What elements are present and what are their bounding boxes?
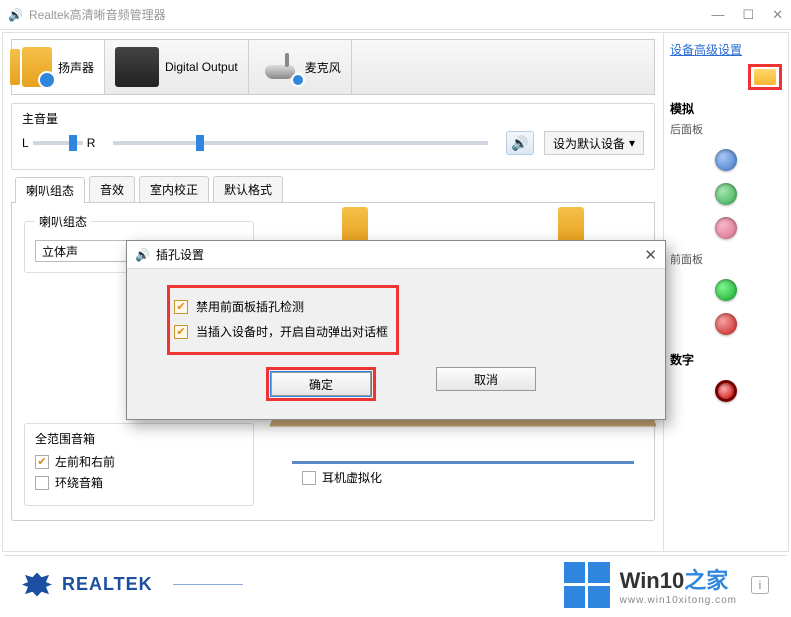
- set-default-dropdown[interactable]: 设为默认设备 ▾: [544, 131, 644, 155]
- chevron-down-icon: ▾: [629, 136, 635, 150]
- headphone-virtual-label: 耳机虚拟化: [322, 469, 382, 486]
- volume-slider[interactable]: [113, 141, 488, 145]
- jack-digital[interactable]: [715, 380, 737, 402]
- auto-popup-label: 当插入设备时，开启自动弹出对话框: [196, 323, 388, 340]
- win10-watermark: Win10之家 www.win10xitong.com: [564, 562, 737, 608]
- tab-digital-label: Digital Output: [165, 60, 238, 74]
- auto-popup-checkbox[interactable]: [174, 325, 188, 339]
- info-button[interactable]: i: [751, 576, 769, 594]
- full-range-surround-label: 环绕音箱: [55, 474, 103, 491]
- speaker-icon: [22, 47, 52, 87]
- tab-speaker[interactable]: 扬声器: [12, 40, 105, 94]
- full-range-group: 全范围音箱 左前和右前 环绕音箱: [24, 423, 254, 506]
- full-range-surround-checkbox[interactable]: [35, 476, 49, 490]
- window-title: Realtek高清晰音频管理器: [29, 6, 166, 23]
- folder-icon: [754, 69, 776, 85]
- win10-url: www.win10xitong.com: [620, 595, 737, 606]
- volume-thumb[interactable]: [196, 135, 204, 151]
- digital-label: 数字: [670, 351, 782, 368]
- microphone-icon: [259, 47, 299, 87]
- disable-front-detection-row[interactable]: 禁用前面板插孔检测: [174, 298, 388, 315]
- window-titlebar: 🔊 Realtek高清晰音频管理器 — ☐ ✕: [0, 0, 791, 30]
- ok-button[interactable]: 确定: [271, 372, 371, 396]
- tab-sound-effects[interactable]: 音效: [89, 176, 135, 202]
- windows-logo-icon: [564, 562, 610, 608]
- jack-settings-dialog: 🔊 插孔设置 ✕ 禁用前面板插孔检测 当插入设备时，开启自动弹出对话框 确定 取…: [126, 240, 666, 420]
- dialog-icon: 🔊: [135, 248, 150, 262]
- full-range-title: 全范围音箱: [35, 430, 243, 447]
- balance-thumb[interactable]: [69, 135, 77, 151]
- amplifier-icon: [115, 47, 159, 87]
- realtek-brand-text: REALTEK: [62, 574, 153, 595]
- config-tabs: 喇叭组态 音效 室内校正 默认格式: [11, 176, 655, 203]
- footer: REALTEK Win10之家 www.win10xitong.com i: [4, 555, 787, 613]
- speaker-config-value: 立体声: [42, 243, 78, 260]
- win10-text-b: 之家: [684, 568, 728, 593]
- analog-label: 模拟: [670, 100, 782, 117]
- speaker-config-legend: 喇叭组态: [35, 213, 91, 230]
- main-volume-label: 主音量: [22, 110, 644, 127]
- jack-rear-green[interactable]: [715, 183, 737, 205]
- highlight-frame-options: 禁用前面板插孔检测 当插入设备时，开启自动弹出对话框: [167, 285, 399, 355]
- tab-mic-label: 麦克风: [305, 59, 341, 76]
- auto-popup-row[interactable]: 当插入设备时，开启自动弹出对话框: [174, 323, 388, 340]
- app-icon: 🔊: [8, 8, 23, 22]
- balance-slider[interactable]: L R: [22, 136, 95, 150]
- balance-l-label: L: [22, 136, 29, 150]
- jack-rear-pink[interactable]: [715, 217, 737, 239]
- cancel-button[interactable]: 取消: [436, 367, 536, 391]
- dialog-titlebar: 🔊 插孔设置 ✕: [127, 241, 665, 269]
- disable-front-detection-label: 禁用前面板插孔检测: [196, 298, 304, 315]
- front-panel-label: 前面板: [670, 251, 782, 267]
- mute-button[interactable]: 🔊: [506, 131, 534, 155]
- tab-microphone[interactable]: 麦克风: [249, 40, 352, 94]
- device-tabs: 扬声器 Digital Output 麦克风: [11, 39, 655, 95]
- minimize-button[interactable]: —: [711, 7, 724, 23]
- full-range-front-label: 左前和右前: [55, 453, 115, 470]
- speaker-left-icon[interactable]: [342, 207, 368, 243]
- full-range-front-row[interactable]: 左前和右前: [35, 453, 243, 470]
- maximize-button[interactable]: ☐: [742, 7, 754, 23]
- highlight-frame-ok: 确定: [266, 367, 376, 401]
- close-button[interactable]: ✕: [772, 7, 783, 23]
- rear-panel-label: 后面板: [670, 121, 782, 137]
- full-range-surround-row[interactable]: 环绕音箱: [35, 474, 243, 491]
- dialog-close-button[interactable]: ✕: [644, 246, 657, 264]
- main-volume-section: 主音量 L R 🔊 设为默认设备 ▾: [11, 103, 655, 170]
- dialog-title: 插孔设置: [156, 246, 204, 263]
- realtek-logo: REALTEK: [22, 573, 243, 597]
- win10-text-a: Win10: [620, 568, 685, 593]
- jack-front-green[interactable]: [715, 279, 737, 301]
- tab-default-format[interactable]: 默认格式: [213, 176, 283, 202]
- connector-settings-button[interactable]: [748, 64, 782, 90]
- disable-front-detection-checkbox[interactable]: [174, 300, 188, 314]
- set-default-label: 设为默认设备: [553, 135, 625, 152]
- crab-icon: [22, 573, 52, 597]
- tab-speaker-config[interactable]: 喇叭组态: [15, 177, 85, 203]
- jack-front-red[interactable]: [715, 313, 737, 335]
- floor-line: [292, 461, 634, 464]
- full-range-front-checkbox[interactable]: [35, 455, 49, 469]
- jack-rear-blue[interactable]: [715, 149, 737, 171]
- connector-sidebar: 设备高级设置 模拟 后面板 前面板 数字: [663, 33, 788, 551]
- tab-speaker-label: 扬声器: [58, 59, 94, 76]
- headphone-virtual-checkbox[interactable]: [302, 471, 316, 485]
- advanced-settings-link[interactable]: 设备高级设置: [670, 41, 782, 58]
- speaker-right-icon[interactable]: [558, 207, 584, 243]
- tab-digital-output[interactable]: Digital Output: [105, 40, 249, 94]
- tab-room-correction[interactable]: 室内校正: [139, 176, 209, 202]
- balance-r-label: R: [87, 136, 96, 150]
